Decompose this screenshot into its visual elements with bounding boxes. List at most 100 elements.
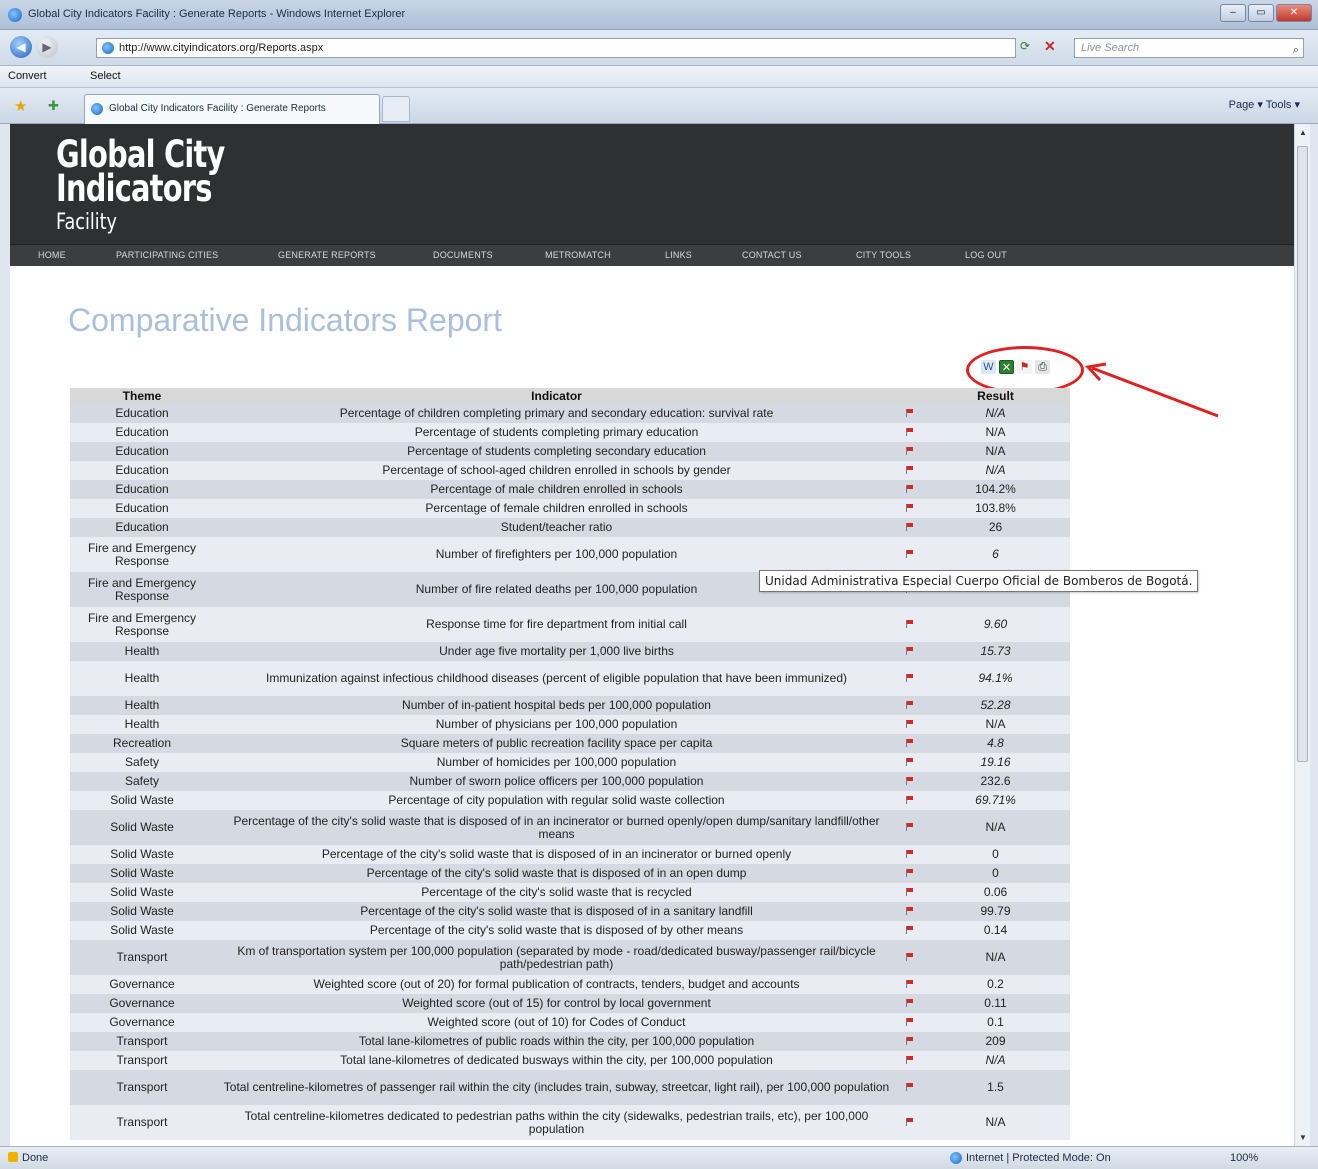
source-flag-icon[interactable] [906, 850, 914, 858]
source-flag-icon[interactable] [906, 1037, 914, 1045]
cell-indicator: Percentage of students completing primar… [214, 423, 899, 442]
scroll-thumb[interactable] [1297, 146, 1308, 762]
cell-theme: Solid Waste [70, 883, 214, 902]
search-input[interactable]: Live Search ⌕ [1074, 38, 1304, 58]
maximize-button[interactable]: ▭ [1248, 4, 1274, 22]
highlight-ring [966, 346, 1084, 394]
command-bar[interactable]: Page ▾ Tools ▾ [1229, 98, 1300, 111]
cell-theme: Solid Waste [70, 810, 214, 845]
cell-flag [899, 772, 921, 791]
zoom-level[interactable]: 100% [1230, 1152, 1258, 1164]
favorites-star-icon[interactable]: ★ [14, 97, 27, 115]
scroll-up-icon[interactable]: ▲ [1299, 128, 1307, 137]
table-header-row: Theme Indicator Result [70, 388, 1070, 404]
cell-result: 69.71% [921, 791, 1070, 810]
cell-indicator: Number of physicians per 100,000 populat… [214, 715, 899, 734]
nav-contact-us[interactable]: CONTACT US [742, 250, 802, 260]
cell-theme: Safety [70, 772, 214, 791]
convert-button[interactable]: Convert [8, 70, 47, 82]
table-row: Transport Total centreline-kilometres of … [70, 1070, 1070, 1105]
cell-flag [899, 499, 921, 518]
nav-city-tools[interactable]: CITY TOOLS [856, 250, 911, 260]
table-row: Solid Waste Percentage of the city's soli… [70, 921, 1070, 940]
source-flag-icon[interactable] [906, 1018, 914, 1026]
ie-logo-icon [8, 8, 22, 22]
source-flag-icon[interactable] [906, 1118, 914, 1126]
cell-indicator: Weighted score (out of 20) for formal pu… [214, 975, 899, 994]
source-flag-icon[interactable] [906, 869, 914, 877]
add-favorites-icon[interactable]: ✚ [48, 98, 59, 114]
source-flag-icon[interactable] [906, 999, 914, 1007]
back-button[interactable]: ◀ [10, 36, 32, 58]
source-flag-icon[interactable] [906, 701, 914, 709]
window-titlebar: Global City Indicators Facility : Genera… [0, 0, 1318, 30]
forward-button[interactable]: ▶ [36, 36, 58, 58]
cell-flag [899, 902, 921, 921]
source-flag-icon[interactable] [906, 720, 914, 728]
minimize-button[interactable]: – [1220, 4, 1246, 22]
cell-flag [899, 1105, 921, 1140]
source-flag-icon[interactable] [906, 428, 914, 436]
source-flag-icon[interactable] [906, 1083, 914, 1091]
source-flag-icon[interactable] [906, 758, 914, 766]
cell-result: 0.1 [921, 1013, 1070, 1032]
source-flag-icon[interactable] [906, 1056, 914, 1064]
search-icon[interactable]: ⌕ [1293, 41, 1299, 59]
site-logo[interactable]: Global City Indicators Facility [56, 136, 272, 235]
nav-links[interactable]: LINKS [665, 250, 692, 260]
source-flag-icon[interactable] [906, 674, 914, 682]
cell-flag [899, 883, 921, 902]
cell-theme: Governance [70, 975, 214, 994]
close-button[interactable]: ✕ [1276, 4, 1312, 22]
cell-flag [899, 715, 921, 734]
nav-documents[interactable]: DOCUMENTS [433, 250, 493, 260]
source-flag-icon[interactable] [906, 466, 914, 474]
source-flag-icon[interactable] [906, 980, 914, 988]
nav-home[interactable]: HOME [38, 250, 66, 260]
source-flag-icon[interactable] [906, 550, 914, 558]
vertical-scrollbar[interactable]: ▲ ▼ [1294, 124, 1310, 1146]
cell-result: N/A [921, 404, 1070, 423]
cell-indicator: Percentage of the city's solid waste tha… [214, 902, 899, 921]
stop-icon[interactable]: ✕ [1044, 38, 1056, 55]
cell-flag [899, 461, 921, 480]
tab-active[interactable]: Global City Indicators Facility : Genera… [84, 94, 380, 124]
source-flag-icon[interactable] [906, 620, 914, 628]
source-flag-icon[interactable] [906, 523, 914, 531]
nav-log-out[interactable]: LOG OUT [965, 250, 1007, 260]
source-flag-icon[interactable] [906, 485, 914, 493]
cell-theme: Solid Waste [70, 845, 214, 864]
select-button[interactable]: Select [90, 70, 121, 82]
scroll-down-icon[interactable]: ▼ [1299, 1133, 1307, 1142]
cell-flag [899, 1013, 921, 1032]
source-flag-icon[interactable] [906, 888, 914, 896]
cell-result: 0.11 [921, 994, 1070, 1013]
security-zone[interactable]: Internet | Protected Mode: On [966, 1152, 1111, 1164]
source-flag-icon[interactable] [906, 907, 914, 915]
address-field[interactable]: http://www.cityindicators.org/Reports.as… [96, 38, 1016, 58]
source-flag-icon[interactable] [906, 823, 914, 831]
refresh-icon[interactable]: ⟳ [1020, 39, 1030, 53]
source-flag-icon[interactable] [906, 409, 914, 417]
source-flag-icon[interactable] [906, 953, 914, 961]
source-flag-icon[interactable] [906, 926, 914, 934]
cell-indicator: Percentage of the city's solid waste tha… [214, 921, 899, 940]
cell-result: 99.79 [921, 902, 1070, 921]
nav-metromatch[interactable]: METROMATCH [545, 250, 611, 260]
table-row: Education Percentage of female children e… [70, 499, 1070, 518]
cell-theme: Solid Waste [70, 864, 214, 883]
source-flag-icon[interactable] [906, 796, 914, 804]
report-table-body: Education Percentage of children completi… [70, 404, 1070, 1140]
nav-participating-cities[interactable]: PARTICIPATING CITIES [116, 250, 218, 260]
cell-theme: Health [70, 715, 214, 734]
source-flag-icon[interactable] [906, 739, 914, 747]
table-row: Governance Weighted score (out of 20) for… [70, 975, 1070, 994]
table-row: Transport Total centreline-kilometres ded… [70, 1105, 1070, 1140]
source-flag-icon[interactable] [906, 647, 914, 655]
source-flag-icon[interactable] [906, 777, 914, 785]
source-flag-icon[interactable] [906, 447, 914, 455]
nav-generate-reports[interactable]: GENERATE REPORTS [278, 250, 376, 260]
page-icon [91, 103, 103, 115]
source-flag-icon[interactable] [906, 504, 914, 512]
new-tab-button[interactable] [382, 96, 410, 122]
